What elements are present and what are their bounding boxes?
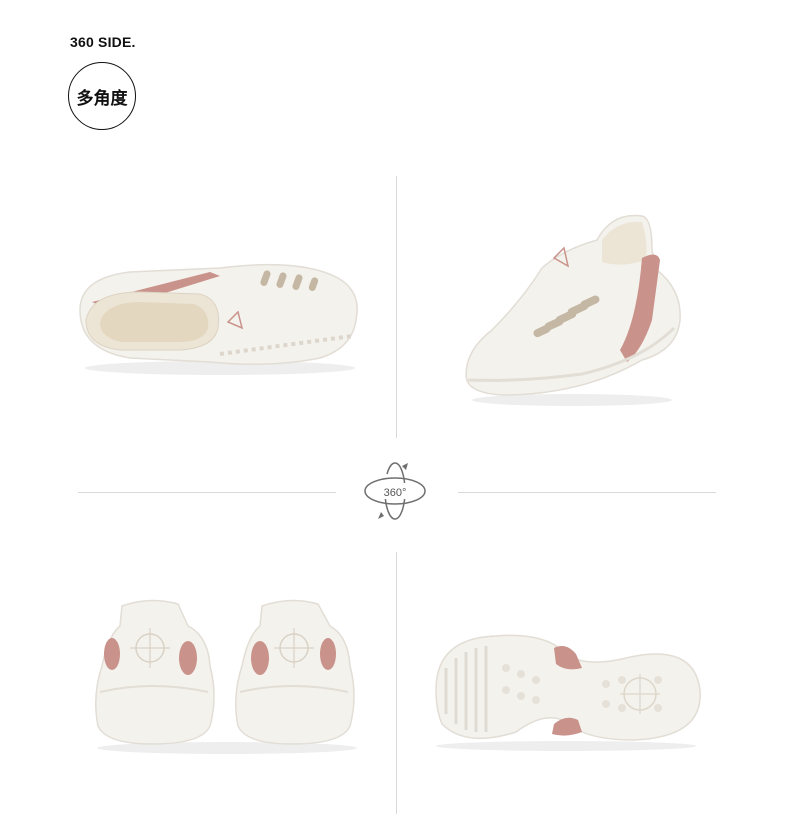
rotate-icon-label: 360° — [384, 487, 407, 499]
section-title: 360 SIDE. — [70, 34, 136, 50]
horizontal-divider-right — [458, 492, 716, 493]
shoe-sole-view-photo — [435, 634, 701, 751]
shoe-rear-view-pair-photo — [95, 599, 357, 754]
rotate-360-icon: 360° — [364, 462, 426, 520]
shoe-side-top-view-photo — [79, 263, 358, 375]
horizontal-divider-left — [78, 492, 336, 493]
vertical-divider-top — [396, 176, 397, 438]
multi-angle-badge: 多角度 — [68, 62, 136, 130]
shoe-front-quarter-view-photo — [465, 214, 681, 406]
vertical-divider-bottom — [396, 552, 397, 814]
badge-label: 多角度 — [76, 88, 128, 109]
